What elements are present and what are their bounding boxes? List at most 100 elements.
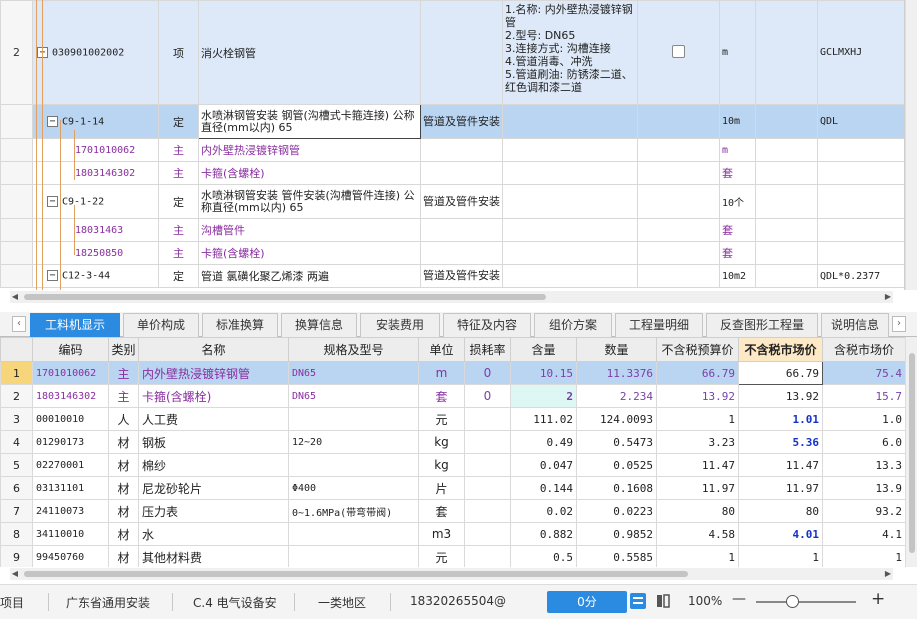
unit-cell[interactable]: 套: [418, 384, 465, 408]
loss-rate-cell[interactable]: [464, 499, 511, 523]
content-cell[interactable]: 0.02: [510, 499, 577, 523]
resource-row[interactable]: 2 1803146302 主卡箍(含螺栓) DN65 套 0 2 2.234 13.92 13.9…: [0, 384, 905, 408]
budget-price-cell[interactable]: 4.58: [656, 522, 739, 546]
taxed-price-cell[interactable]: 4.1: [822, 522, 905, 546]
loss-rate-cell[interactable]: [464, 453, 511, 477]
quantity-cell[interactable]: 11.3376: [576, 361, 657, 385]
resource-row[interactable]: 3 00010010 人人工费 元 111.02 124.0093 1 1.01 1.0: [0, 407, 905, 431]
content-cell[interactable]: 2: [510, 384, 577, 408]
tab-features[interactable]: 特征及内容: [443, 313, 531, 337]
features-cell[interactable]: 1.名称: 内外壁热浸镀锌钢管 2.型号: DN65 3.连接方式: 沟槽连接 …: [502, 0, 638, 105]
tab-standard-conversion[interactable]: 标准换算: [202, 313, 278, 337]
loss-rate-cell[interactable]: [464, 476, 511, 500]
qty-expr-cell[interactable]: QDL*0.2377: [817, 264, 904, 288]
taxed-price-cell[interactable]: 1.0: [822, 407, 905, 431]
name-cell[interactable]: 人工费: [138, 407, 289, 431]
unit-cell[interactable]: 套: [418, 499, 465, 523]
header-unit[interactable]: 单位: [418, 337, 465, 362]
unit-cell[interactable]: m3: [418, 522, 465, 546]
resource-row[interactable]: 1 1701010062 主内外壁热浸镀锌钢管 DN65 m 0 10.15 11.3376 6…: [0, 361, 905, 385]
market-price-cell[interactable]: 80: [738, 499, 823, 523]
code-cell[interactable]: 02270001: [32, 453, 109, 477]
tab-labor-material[interactable]: 工料机显示: [30, 313, 120, 337]
unit-cell[interactable]: kg: [418, 453, 465, 477]
spec-cell[interactable]: 0~1.6MPa(带弯带阀): [288, 499, 419, 523]
quantity-cell[interactable]: 0.0223: [576, 499, 657, 523]
unit-cell[interactable]: kg: [418, 430, 465, 454]
budget-price-cell[interactable]: 80: [656, 499, 739, 523]
name-cell[interactable]: 压力表: [138, 499, 289, 523]
header-content[interactable]: 含量: [510, 337, 577, 362]
spec-cell[interactable]: [288, 545, 419, 567]
score-button[interactable]: 0分: [547, 591, 627, 613]
market-price-cell[interactable]: 13.92: [738, 384, 823, 408]
tab-price-composition[interactable]: 单价构成: [123, 313, 199, 337]
budget-price-cell[interactable]: 1: [656, 407, 739, 431]
code-cell[interactable]: 99450760: [32, 545, 109, 567]
name-cell[interactable]: 内外壁热浸镀锌钢管: [138, 361, 289, 385]
major-cell[interactable]: 管道及管件安装: [420, 264, 503, 288]
spec-cell[interactable]: 12~20: [288, 430, 419, 454]
budget-price-cell[interactable]: 66.79: [656, 361, 739, 385]
code-cell[interactable]: − C9-1-22: [32, 184, 159, 219]
spec-cell[interactable]: [288, 522, 419, 546]
tab-description[interactable]: 说明信息: [821, 313, 889, 337]
header-market-price[interactable]: 不含税市场价: [738, 337, 823, 362]
qty-expr-cell[interactable]: QDL: [817, 104, 904, 139]
code-cell[interactable]: − C12-3-44: [32, 264, 159, 288]
scroll-right-icon[interactable]: ▶: [883, 568, 893, 580]
code-cell[interactable]: 00010010: [32, 407, 109, 431]
loss-rate-cell[interactable]: 0: [464, 384, 511, 408]
tab-pricing-plan[interactable]: 组价方案: [534, 313, 612, 337]
content-cell[interactable]: 111.02: [510, 407, 577, 431]
resource-row[interactable]: 5 02270001 材棉纱 kg 0.047 0.0525 11.47 11.47 13.3: [0, 453, 905, 477]
content-cell[interactable]: 0.882: [510, 522, 577, 546]
list-view-icon[interactable]: [630, 593, 646, 609]
name-cell[interactable]: 消火栓钢管: [198, 0, 421, 105]
tab-graphic-quantity[interactable]: 反查图形工程量: [706, 313, 818, 337]
content-cell[interactable]: 0.144: [510, 476, 577, 500]
spec-cell[interactable]: [288, 453, 419, 477]
code-cell[interactable]: 01290173: [32, 430, 109, 454]
collapse-icon[interactable]: −: [47, 270, 58, 282]
content-cell[interactable]: 0.49: [510, 430, 577, 454]
upper-vertical-scrollbar[interactable]: [905, 0, 917, 290]
quantity-cell[interactable]: 0.9852: [576, 522, 657, 546]
loss-rate-cell[interactable]: [464, 522, 511, 546]
content-cell[interactable]: 10.15: [510, 361, 577, 385]
tab-scroll-left-icon[interactable]: ‹: [12, 316, 26, 332]
header-taxed-market-price[interactable]: 含税市场价: [822, 337, 905, 362]
scroll-thumb[interactable]: [24, 571, 688, 577]
spec-cell[interactable]: DN65: [288, 361, 419, 385]
taxed-price-cell[interactable]: 13.3: [822, 453, 905, 477]
budget-price-cell[interactable]: 3.23: [656, 430, 739, 454]
code-cell[interactable]: −030901002002: [32, 0, 159, 105]
content-cell[interactable]: 0.5: [510, 545, 577, 567]
tab-scroll-right-icon[interactable]: ›: [892, 316, 906, 332]
code-cell[interactable]: − C9-1-14: [32, 104, 159, 139]
code-cell[interactable]: 24110073: [32, 499, 109, 523]
scroll-thumb[interactable]: [24, 294, 546, 300]
scroll-left-icon[interactable]: ◀: [10, 291, 20, 303]
zoom-slider-handle[interactable]: [786, 595, 799, 608]
scroll-right-icon[interactable]: ▶: [883, 291, 893, 303]
market-price-cell[interactable]: 4.01: [738, 522, 823, 546]
market-price-cell[interactable]: 5.36: [738, 430, 823, 454]
code-cell[interactable]: 03131101: [32, 476, 109, 500]
major-cell[interactable]: 管道及管件安装: [420, 184, 503, 219]
market-price-cell[interactable]: 1: [738, 545, 823, 567]
header-code[interactable]: 编码: [32, 337, 109, 362]
name-cell[interactable]: 其他材料费: [138, 545, 289, 567]
tab-conversion-info[interactable]: 换算信息: [281, 313, 357, 337]
resource-row[interactable]: 7 24110073 材压力表 0~1.6MPa(带弯带阀) 套 0.02 0.0223 80…: [0, 499, 905, 523]
spec-cell[interactable]: [288, 407, 419, 431]
budget-price-cell[interactable]: 1: [656, 545, 739, 567]
code-cell[interactable]: 1803146302: [32, 161, 159, 185]
bill-row[interactable]: 1701010062 主 内外壁热浸镀锌钢管 m: [0, 138, 904, 162]
taxed-price-cell[interactable]: 75.4: [822, 361, 905, 385]
split-view-icon[interactable]: [655, 593, 671, 609]
name-cell[interactable]: 钢板: [138, 430, 289, 454]
name-cell[interactable]: 卡箍(含螺栓): [198, 161, 421, 185]
bill-row[interactable]: − C12-3-44 定 管道 氯磺化聚乙烯漆 两遍 管道及管件安装 10m2 Q…: [0, 264, 904, 288]
loss-rate-cell[interactable]: [464, 430, 511, 454]
